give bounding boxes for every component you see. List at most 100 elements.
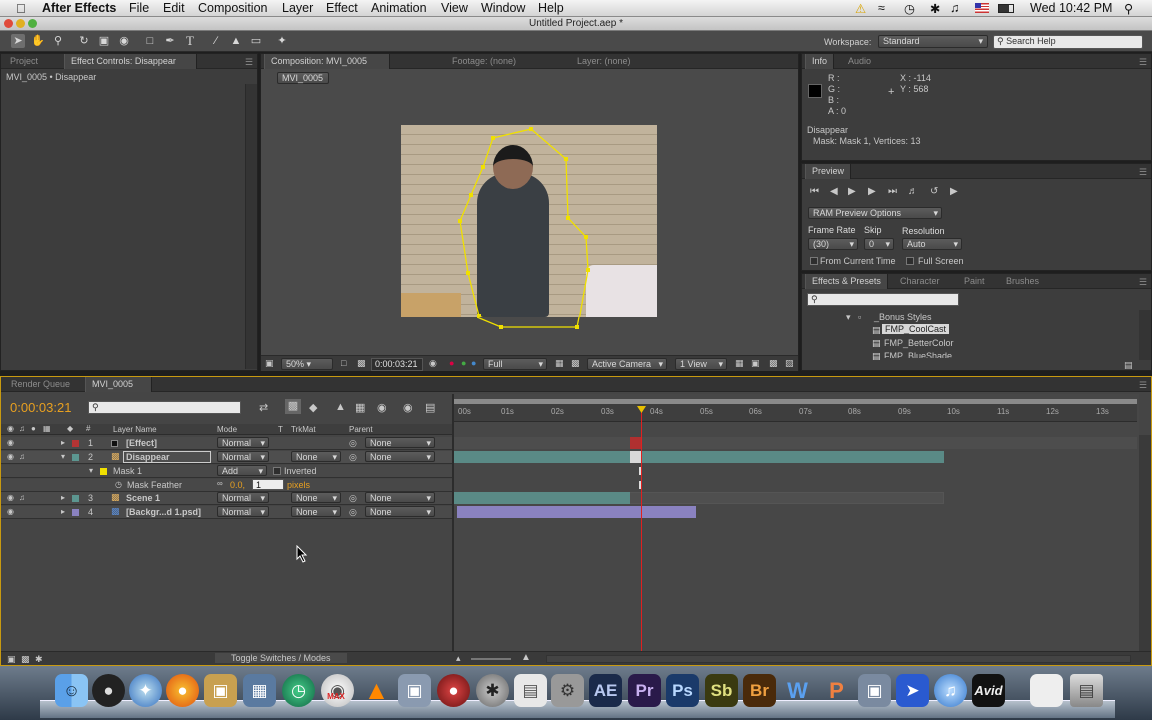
hand-tool-icon[interactable]: ✋ — [31, 34, 45, 48]
region-of-interest-icon[interactable]: □ — [341, 358, 346, 368]
avid-icon[interactable]: Avid — [972, 674, 1005, 707]
tab-character[interactable]: Character — [894, 274, 946, 289]
tab-brushes[interactable]: Brushes — [1000, 274, 1045, 289]
reel-app-icon[interactable]: ✱ — [476, 674, 509, 707]
panel-menu-icon[interactable]: ☰ — [1139, 380, 1147, 391]
photo-booth-icon[interactable]: ▣ — [858, 674, 891, 707]
col-layer-name[interactable]: Layer Name — [113, 425, 157, 434]
zoom-out-icon[interactable]: ▴ — [456, 653, 461, 664]
pickwhip-icon[interactable]: ◎ — [349, 438, 357, 449]
menu-app-name[interactable]: After Effects — [42, 1, 116, 15]
tab-footage[interactable]: Footage: (none) — [446, 54, 522, 69]
wifi-icon[interactable]: ≈ — [878, 1, 885, 15]
graph-editor-icon[interactable]: ▤ — [425, 401, 435, 414]
apple-icon[interactable]:  — [16, 1, 26, 16]
current-time-indicator[interactable] — [641, 407, 642, 652]
label-color-teal[interactable] — [72, 495, 79, 502]
effects-item-blueshade[interactable]: FMP_BlueShade — [884, 351, 952, 358]
photoshop-icon[interactable]: Ps — [666, 674, 699, 707]
rotate-tool-icon[interactable]: ↻ — [77, 34, 91, 48]
text-tool-icon[interactable]: T — [183, 34, 197, 48]
bridge-icon[interactable]: Br — [743, 674, 776, 707]
pickwhip-icon[interactable]: ◎ — [349, 507, 357, 518]
vlc-icon[interactable]: ▲ — [360, 674, 393, 707]
brush-tool-icon[interactable]: ∕ — [209, 34, 223, 48]
menu-file[interactable]: File — [129, 1, 149, 15]
battery-icon[interactable] — [998, 4, 1014, 13]
menu-effect[interactable]: Effect — [326, 1, 358, 15]
expand-triangle-icon[interactable]: ▸ — [61, 507, 65, 516]
comp-timecode[interactable]: 0:00:03:21 — [371, 358, 423, 371]
always-preview-icon[interactable]: ▣ — [265, 358, 274, 369]
layer-bar-3-active[interactable] — [454, 492, 630, 504]
tab-info[interactable]: Info — [805, 54, 835, 69]
previous-frame-icon[interactable]: ◀ — [830, 186, 838, 197]
safari-icon[interactable]: ✦ — [129, 674, 162, 707]
eye-icon[interactable]: ◉ — [7, 438, 14, 447]
pen-tool-icon[interactable]: ✒ — [163, 34, 177, 48]
layer-row-2[interactable]: ◉ ♫ ▾ 2 ▩ Disappear Normal ▾ None ▾ ◎ None… — [1, 451, 452, 464]
word-app-icon[interactable]: W — [781, 674, 814, 707]
effects-folder-bonus-styles[interactable]: _Bonus Styles — [874, 312, 932, 322]
after-effects-icon[interactable]: AE — [589, 674, 622, 707]
mode-dropdown[interactable]: Normal ▾ — [217, 506, 269, 517]
in-out-icon[interactable]: ✱ — [35, 654, 43, 665]
menu-window[interactable]: Window — [481, 1, 525, 15]
comp-mini-flowchart-icon[interactable]: ⇄ — [259, 401, 268, 414]
tab-render-queue[interactable]: Render Queue — [5, 377, 76, 392]
recorder-app-icon[interactable]: ● — [437, 674, 470, 707]
zoom-in-icon[interactable]: ▲ — [521, 652, 531, 663]
mode-dropdown[interactable]: Normal ▾ — [217, 437, 269, 448]
resolution-dropdown[interactable]: Full ▾ — [483, 358, 547, 370]
flowchart-icon[interactable]: ▧ — [785, 358, 794, 369]
clone-stamp-tool-icon[interactable]: ▲ — [229, 34, 243, 48]
selection-tool-icon[interactable]: ➤ — [11, 34, 25, 48]
new-folder-icon[interactable]: ▤ — [1124, 360, 1133, 371]
spotlight-icon[interactable]: ⚲ — [1124, 1, 1133, 16]
camera-app-icon[interactable]: ▣ — [398, 674, 431, 707]
flag-icon[interactable] — [975, 3, 989, 13]
max-app-icon[interactable]: MAX — [322, 690, 350, 704]
expand-triangle-icon[interactable]: ▾ — [89, 466, 93, 475]
expand-triangle-icon[interactable]: ▸ — [61, 438, 65, 447]
layer-name[interactable]: Scene 1 — [126, 493, 160, 503]
puppet-pin-tool-icon[interactable]: ✦ — [275, 34, 289, 48]
transparency-grid-icon[interactable]: ▩ — [357, 358, 366, 369]
effect-controls-scrollbar[interactable] — [245, 84, 257, 369]
col-parent[interactable]: Parent — [349, 425, 373, 434]
pan-behind-tool-icon[interactable]: ◉ — [117, 34, 131, 48]
full-screen-checkbox[interactable] — [906, 257, 914, 265]
timeline-icon[interactable]: ▩ — [769, 358, 778, 369]
layer-row-1[interactable]: ◉ ▸ 1 [Effect] Normal ▾ ◎ None ▾ — [1, 437, 452, 450]
brainstorm-icon[interactable]: ◉ — [403, 401, 413, 414]
dashboard-icon[interactable]: ● — [92, 674, 125, 707]
layer-bar-2[interactable] — [454, 451, 944, 463]
menu-view[interactable]: View — [441, 1, 468, 15]
frame-rate-dropdown[interactable]: (30) ▾ — [808, 238, 858, 250]
mask-color-swatch[interactable] — [100, 468, 107, 475]
audio-icon[interactable]: ♫ — [19, 452, 25, 461]
parent-dropdown[interactable]: None ▾ — [365, 492, 435, 503]
search-help-input[interactable]: ⚲ Search Help — [993, 35, 1143, 49]
first-frame-icon[interactable]: ⏮ — [810, 186, 819, 197]
resolution-preview-dropdown[interactable]: Auto ▾ — [902, 238, 962, 250]
draft-3d-icon[interactable]: ◆ — [309, 401, 317, 414]
mask-feather-y-input[interactable]: 1 — [252, 479, 284, 490]
menu-help[interactable]: Help — [538, 1, 564, 15]
time-graph[interactable]: 00s 01s 02s 03s 04s 05s 06s 07s 08s 09s … — [454, 394, 1139, 652]
time-machine-icon[interactable]: ◷ — [904, 1, 915, 16]
menu-animation[interactable]: Animation — [371, 1, 427, 15]
disclosure-triangle-icon[interactable]: ▾ — [846, 312, 851, 323]
pixel-aspect-icon[interactable]: ▦ — [735, 358, 744, 369]
motion-blur-icon[interactable]: ◉ — [377, 401, 387, 414]
transfer-controls-icon[interactable]: ▩ — [21, 654, 30, 665]
trkmat-dropdown[interactable]: None ▾ — [291, 451, 341, 462]
panel-menu-icon[interactable]: ☰ — [245, 57, 253, 68]
tab-effect-controls[interactable]: Effect Controls: Disappear — [64, 54, 197, 69]
mask-feather-x[interactable]: 0.0, — [230, 480, 245, 490]
hardware-app-icon[interactable]: ⚙ — [551, 674, 584, 707]
frame-blending-icon[interactable]: ▦ — [355, 401, 365, 414]
expand-triangle-icon[interactable]: ▸ — [61, 493, 65, 502]
volume-icon[interactable]: ♫ — [950, 1, 959, 15]
document-stack-icon[interactable] — [1030, 674, 1063, 707]
